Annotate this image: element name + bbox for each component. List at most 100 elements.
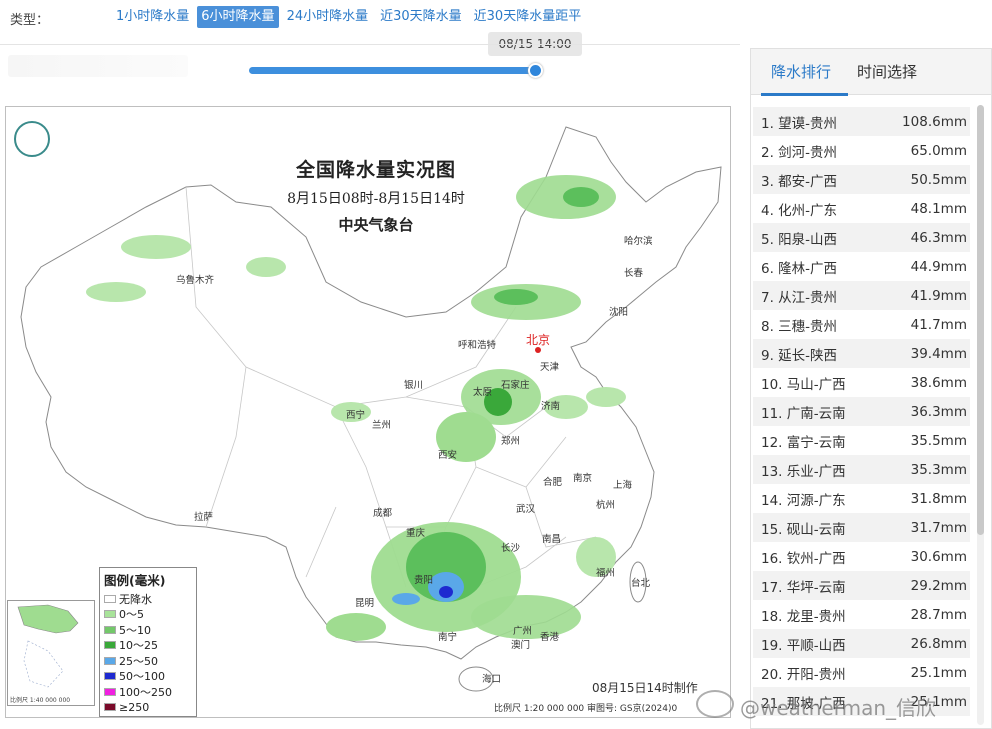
list-item[interactable]: 19. 平顺-山西 26.8mm bbox=[753, 629, 970, 658]
city-label: 武汉 bbox=[516, 504, 536, 515]
station-name: 18. 龙里-贵州 bbox=[761, 608, 846, 625]
legend-swatch bbox=[104, 594, 116, 603]
ranking-panel: 降水排行 时间选择 1. 望谟-贵州 108.6mm 2. 剑河-贵州 65.0mm… bbox=[750, 48, 992, 729]
list-item[interactable]: 9. 延长-陕西 39.4mm bbox=[753, 339, 970, 368]
station-name: 7. 从江-贵州 bbox=[761, 289, 838, 306]
city-label: 杭州 bbox=[596, 500, 616, 511]
list-item[interactable]: 20. 开阳-贵州 25.1mm bbox=[753, 658, 970, 687]
list-item[interactable]: 5. 阳泉-山西 46.3mm bbox=[753, 223, 970, 252]
list-item[interactable]: 11. 广南-云南 36.3mm bbox=[753, 397, 970, 426]
list-item[interactable]: 6. 隆林-广西 44.9mm bbox=[753, 252, 970, 281]
inset-map-graphic bbox=[17, 604, 79, 688]
precip-value: 35.3mm bbox=[910, 461, 967, 478]
city-label: 哈尔滨 bbox=[624, 236, 653, 247]
list-item[interactable]: 16. 钦州-广西 30.6mm bbox=[753, 542, 970, 571]
list-item[interactable]: 10. 马山-广西 38.6mm bbox=[753, 368, 970, 397]
scrollbar-thumb[interactable] bbox=[977, 105, 984, 535]
legend-label: 5～10 bbox=[119, 623, 151, 637]
precip-value: 44.9mm bbox=[910, 258, 967, 275]
active-tab-indicator bbox=[761, 93, 848, 96]
city-label: 银川 bbox=[404, 380, 424, 391]
legend-title: 图例(毫米) bbox=[104, 573, 166, 588]
tab-1h-precip[interactable]: 1小时降水量 bbox=[112, 6, 193, 28]
city-label: 天津 bbox=[540, 362, 560, 373]
tab-30d-anomaly[interactable]: 近30天降水量距平 bbox=[470, 6, 586, 28]
blurred-region bbox=[8, 55, 188, 77]
precip-type-tabs: 1小时降水量 6小时降水量 24小时降水量 近30天降水量 近30天降水量距平 bbox=[112, 6, 585, 28]
precip-value: 65.0mm bbox=[910, 142, 967, 159]
list-item[interactable]: 4. 化州-广东 48.1mm bbox=[753, 194, 970, 223]
city-label: 南昌 bbox=[542, 534, 562, 545]
city-label: 澳门 bbox=[511, 640, 531, 651]
station-name: 8. 三穗-贵州 bbox=[761, 318, 838, 335]
station-name: 10. 马山-广西 bbox=[761, 376, 846, 393]
station-name: 13. 乐业-广西 bbox=[761, 463, 846, 480]
city-label: 沈阳 bbox=[609, 307, 629, 318]
city-label: 兰州 bbox=[372, 420, 392, 431]
list-item[interactable]: 15. 砚山-云南 31.7mm bbox=[753, 513, 970, 542]
tab-30d-precip[interactable]: 近30天降水量 bbox=[376, 6, 466, 28]
precip-value: 31.8mm bbox=[910, 490, 967, 507]
list-item[interactable]: 1. 望谟-贵州 108.6mm bbox=[753, 107, 970, 136]
legend-item: 无降水 bbox=[100, 591, 196, 607]
city-label: 合肥 bbox=[543, 477, 563, 488]
city-label: 拉萨 bbox=[194, 512, 214, 523]
city-label: 台北 bbox=[631, 578, 651, 589]
list-item[interactable]: 17. 华坪-云南 29.2mm bbox=[753, 571, 970, 600]
legend-swatch bbox=[104, 656, 116, 665]
station-name: 15. 砚山-云南 bbox=[761, 521, 846, 538]
panel-tabs: 降水排行 时间选择 bbox=[751, 49, 991, 96]
list-item[interactable]: 2. 剑河-贵州 65.0mm bbox=[753, 136, 970, 165]
city-label: 成都 bbox=[373, 508, 393, 519]
station-name: 5. 阳泉-山西 bbox=[761, 231, 838, 248]
legend-item: 5～10 bbox=[100, 622, 196, 638]
station-name: 12. 富宁-云南 bbox=[761, 434, 846, 451]
list-item[interactable]: 3. 都安-广西 50.5mm bbox=[753, 165, 970, 194]
city-label: 济南 bbox=[541, 401, 561, 412]
tab-precip-ranking[interactable]: 降水排行 bbox=[771, 61, 831, 82]
city-label: 上海 bbox=[613, 480, 633, 491]
legend-label: 25～50 bbox=[119, 654, 158, 668]
legend-swatch bbox=[104, 641, 116, 650]
city-label: 郑州 bbox=[501, 436, 521, 447]
list-item[interactable]: 18. 龙里-贵州 28.7mm bbox=[753, 600, 970, 629]
time-slider-track[interactable] bbox=[249, 67, 538, 74]
city-label: 长沙 bbox=[501, 543, 521, 554]
city-label: 昆明 bbox=[355, 598, 375, 609]
city-label: 贵阳 bbox=[414, 575, 434, 586]
time-slider-handle[interactable] bbox=[528, 63, 543, 78]
time-slider-area: 08/15 14:00 bbox=[0, 30, 740, 90]
tab-time-select[interactable]: 时间选择 bbox=[857, 61, 917, 82]
precip-value: 35.5mm bbox=[910, 432, 967, 449]
precip-value: 50.5mm bbox=[910, 171, 967, 188]
precip-value: 26.8mm bbox=[910, 635, 967, 652]
legend-label: ≥250 bbox=[119, 700, 150, 714]
tab-6h-precip[interactable]: 6小时降水量 bbox=[197, 6, 279, 28]
list-item[interactable]: 13. 乐业-广西 35.3mm bbox=[753, 455, 970, 484]
map-title: 全国降水量实况图 bbox=[295, 159, 456, 181]
south-china-sea-inset: 比例尺 1:40 000 000 bbox=[7, 600, 95, 706]
legend-item: 10～25 bbox=[100, 638, 196, 654]
precip-value: 31.7mm bbox=[910, 519, 967, 536]
precip-value: 36.3mm bbox=[910, 403, 967, 420]
precip-value: 28.7mm bbox=[910, 606, 967, 623]
station-name: 20. 开阳-贵州 bbox=[761, 666, 846, 683]
legend-item: 0～5 bbox=[100, 607, 196, 623]
list-item[interactable]: 12. 富宁-云南 35.5mm bbox=[753, 426, 970, 455]
city-label: 乌鲁木齐 bbox=[176, 275, 215, 286]
city-label: 西安 bbox=[438, 450, 458, 461]
list-item[interactable]: 7. 从江-贵州 41.9mm bbox=[753, 281, 970, 310]
list-item[interactable]: 8. 三穗-贵州 41.7mm bbox=[753, 310, 970, 339]
station-name: 2. 剑河-贵州 bbox=[761, 144, 838, 161]
tab-24h-precip[interactable]: 24小时降水量 bbox=[283, 6, 373, 28]
legend-swatch bbox=[104, 687, 116, 696]
city-label: 南京 bbox=[573, 473, 593, 484]
list-item[interactable]: 14. 河源-广东 31.8mm bbox=[753, 484, 970, 513]
precip-value: 41.7mm bbox=[910, 316, 967, 333]
city-label: 石家庄 bbox=[501, 380, 530, 391]
legend-item: 25～50 bbox=[100, 653, 196, 669]
legend-label: 100～250 bbox=[119, 685, 172, 699]
map-issuer: 中央气象台 bbox=[338, 216, 414, 234]
city-label: 海口 bbox=[482, 674, 502, 685]
station-name: 16. 钦州-广西 bbox=[761, 550, 846, 567]
